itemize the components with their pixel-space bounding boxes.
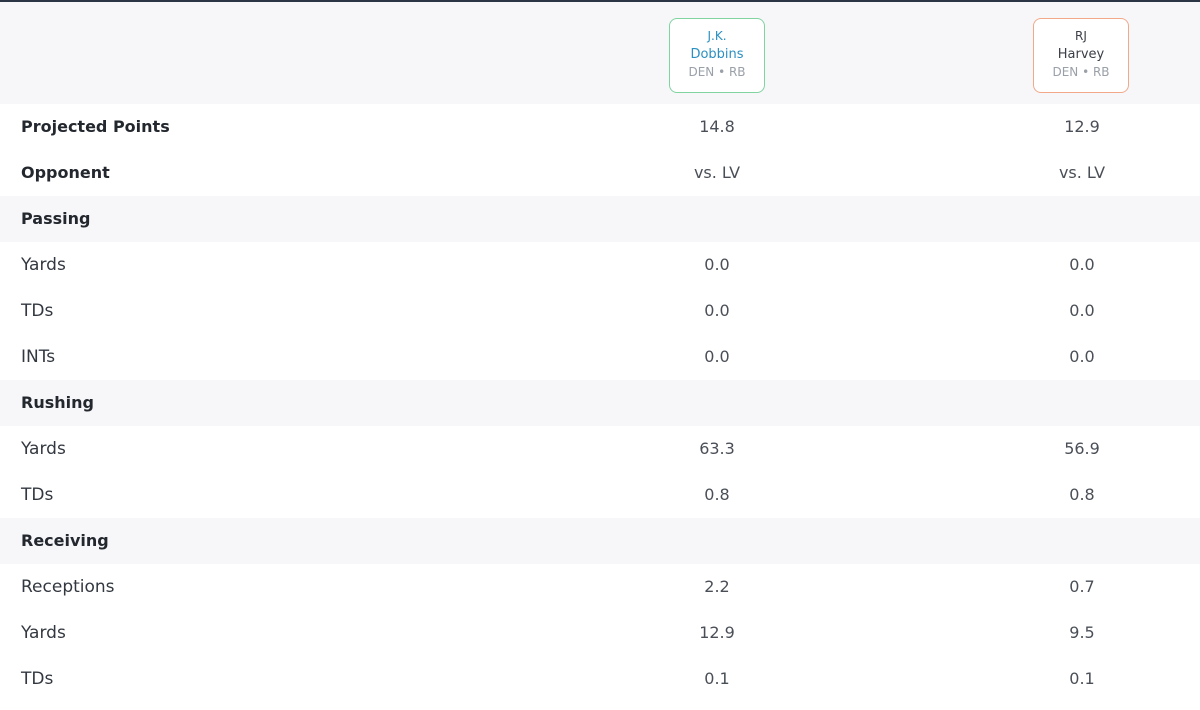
value-player-1: 0.0: [704, 301, 730, 320]
row-projected-points: Projected Points 14.8 12.9: [0, 104, 1200, 150]
value-player-2: 0.0: [1069, 347, 1095, 366]
row-label: TDs: [21, 301, 54, 321]
section-label: Passing: [21, 209, 91, 228]
row-label: Yards: [21, 623, 66, 643]
player-first-name: J.K.: [707, 29, 727, 43]
row-rushing-yards: Yards 63.3 56.9: [0, 426, 1200, 472]
row-opponent: Opponent vs. LV vs. LV: [0, 150, 1200, 196]
value-player-2: 9.5: [1069, 623, 1095, 642]
value-player-1: 2.2: [704, 577, 730, 596]
value-player-2: 0.0: [1069, 255, 1095, 274]
row-passing-ints: INTs 0.0 0.0: [0, 334, 1200, 380]
value-player-2: vs. LV: [1058, 163, 1106, 182]
value-player-1: 12.9: [699, 623, 735, 642]
value-player-1: 0.8: [704, 485, 730, 504]
value-player-2: 0.7: [1069, 577, 1095, 596]
player-card-dobbins[interactable]: J.K. Dobbins DEN • RB: [669, 18, 765, 93]
section-header-receiving: Receiving: [0, 518, 1200, 564]
row-receiving-tds: TDs 0.1 0.1: [0, 656, 1200, 702]
value-player-2: 12.9: [1064, 117, 1100, 136]
section-label: Receiving: [21, 531, 109, 550]
value-player-1: 63.3: [699, 439, 735, 458]
value-player-1: 0.0: [704, 347, 730, 366]
section-header-rushing: Rushing: [0, 380, 1200, 426]
player-team-position: DEN • RB: [688, 65, 746, 79]
player-first-name: RJ: [1075, 29, 1087, 43]
value-player-2: 0.1: [1069, 669, 1095, 688]
value-player-2: 56.9: [1064, 439, 1100, 458]
section-label: Rushing: [21, 393, 94, 412]
player-header-row: J.K. Dobbins DEN • RB RJ Harvey DEN • RB: [0, 2, 1200, 104]
value-player-2: 0.0: [1069, 301, 1095, 320]
row-rushing-tds: TDs 0.8 0.8: [0, 472, 1200, 518]
player-last-name: Harvey: [1057, 47, 1105, 62]
row-passing-tds: TDs 0.0 0.0: [0, 288, 1200, 334]
row-label: Projected Points: [21, 117, 170, 136]
player-card-harvey[interactable]: RJ Harvey DEN • RB: [1033, 18, 1129, 93]
comparison-table: J.K. Dobbins DEN • RB RJ Harvey DEN • RB…: [0, 2, 1200, 702]
row-label: TDs: [21, 669, 54, 689]
section-header-passing: Passing: [0, 196, 1200, 242]
value-player-1: 0.0: [704, 255, 730, 274]
row-receptions: Receptions 2.2 0.7: [0, 564, 1200, 610]
row-label: INTs: [21, 347, 56, 367]
value-player-1: 0.1: [704, 669, 730, 688]
row-label: Yards: [21, 439, 66, 459]
row-label: Receptions: [21, 577, 115, 597]
value-player-2: 0.8: [1069, 485, 1095, 504]
player-team-position: DEN • RB: [1052, 65, 1110, 79]
row-passing-yards: Yards 0.0 0.0: [0, 242, 1200, 288]
player-last-name: Dobbins: [690, 47, 744, 62]
row-label: Yards: [21, 255, 66, 275]
row-receiving-yards: Yards 12.9 9.5: [0, 610, 1200, 656]
value-player-1: vs. LV: [693, 163, 741, 182]
value-player-1: 14.8: [699, 117, 735, 136]
row-label: TDs: [21, 485, 54, 505]
row-label: Opponent: [21, 163, 110, 182]
